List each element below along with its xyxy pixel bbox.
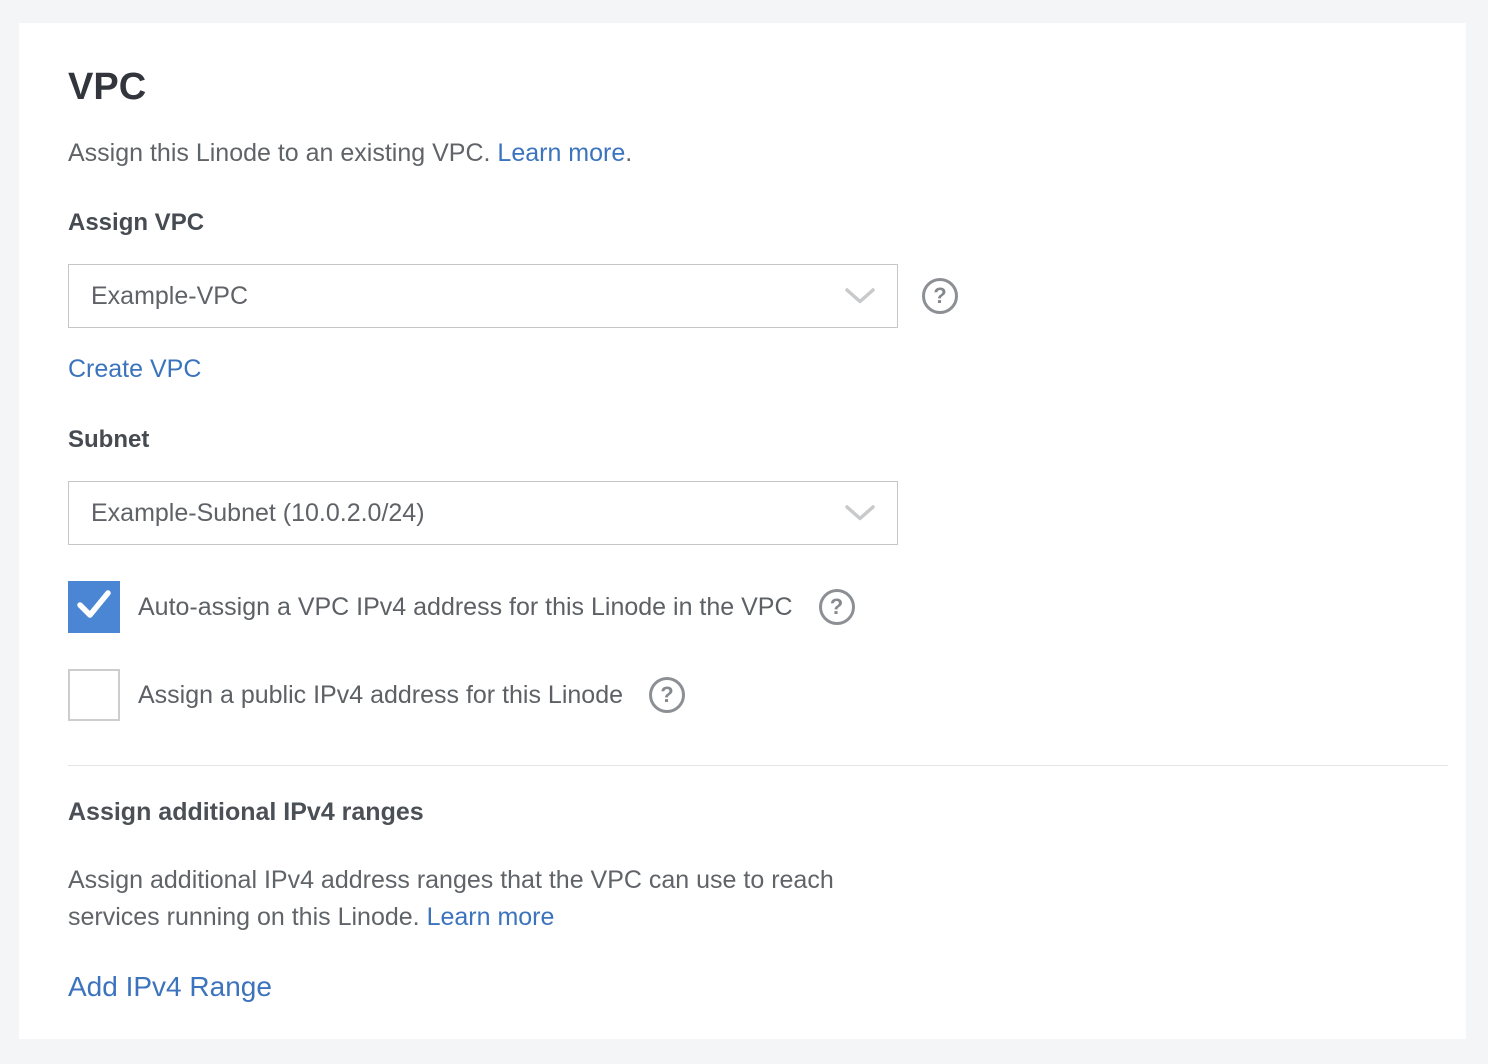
ipv4-ranges-description-line2: services running on this Linode.: [68, 903, 420, 931]
add-ipv4-range-link[interactable]: Add IPv4 Range: [68, 970, 272, 1004]
create-vpc-link[interactable]: Create VPC: [68, 353, 201, 385]
help-icon[interactable]: ?: [649, 677, 685, 713]
assign-vpc-field-row: Example-VPC ?: [68, 264, 1426, 328]
check-icon: [77, 590, 111, 625]
assign-vpc-label: Assign VPC: [68, 208, 1426, 238]
help-icon[interactable]: ?: [922, 278, 958, 314]
panel-title: VPC: [68, 65, 1426, 109]
ipv4-ranges-description-line1: Assign additional IPv4 address ranges th…: [68, 866, 834, 894]
help-icon[interactable]: ?: [819, 589, 855, 625]
page-background: VPC Assign this Linode to an existing VP…: [0, 0, 1488, 1064]
vpc-learn-more-link[interactable]: Learn more: [497, 139, 625, 167]
panel-description-period: .: [625, 139, 632, 167]
ipv4-ranges-learn-more-link[interactable]: Learn more: [427, 903, 555, 931]
subnet-label: Subnet: [68, 425, 1426, 455]
chevron-down-icon: [845, 505, 875, 521]
assign-public-ipv4-label: Assign a public IPv4 address for this Li…: [138, 681, 623, 710]
panel-description-text: Assign this Linode to an existing VPC.: [68, 139, 490, 167]
subnet-field-row: Example-Subnet (10.0.2.0/24): [68, 481, 1426, 545]
auto-assign-vpc-ipv4-row: Auto-assign a VPC IPv4 address for this …: [68, 581, 1426, 633]
auto-assign-vpc-ipv4-checkbox[interactable]: [68, 581, 120, 633]
subnet-select[interactable]: Example-Subnet (10.0.2.0/24): [68, 481, 898, 545]
ipv4-ranges-description: Assign additional IPv4 address ranges th…: [68, 862, 968, 936]
ipv4-ranges-title: Assign additional IPv4 ranges: [68, 796, 1426, 828]
subnet-selected-value: Example-Subnet (10.0.2.0/24): [91, 499, 425, 528]
vpc-panel: VPC Assign this Linode to an existing VP…: [19, 23, 1466, 1039]
assign-vpc-selected-value: Example-VPC: [91, 282, 248, 311]
assign-vpc-select[interactable]: Example-VPC: [68, 264, 898, 328]
panel-description: Assign this Linode to an existing VPC. L…: [68, 136, 1426, 170]
chevron-down-icon: [845, 288, 875, 304]
assign-public-ipv4-checkbox[interactable]: [68, 669, 120, 721]
section-divider: [68, 765, 1448, 766]
assign-public-ipv4-row: Assign a public IPv4 address for this Li…: [68, 669, 1426, 721]
auto-assign-vpc-ipv4-label: Auto-assign a VPC IPv4 address for this …: [138, 593, 793, 622]
